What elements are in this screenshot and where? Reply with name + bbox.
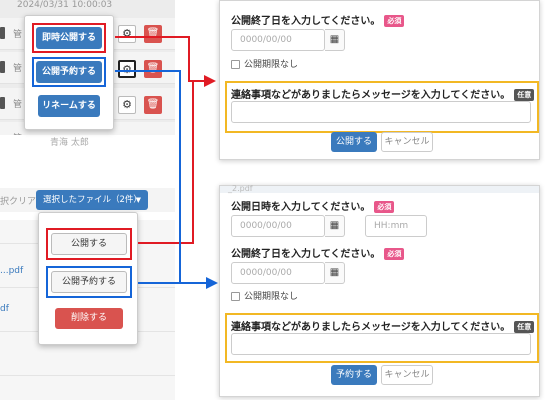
file-link[interactable]: df — [0, 304, 9, 314]
required-badge: 必須 — [384, 248, 405, 260]
cancel-button[interactable]: キャンセル — [381, 365, 433, 385]
connector-red — [115, 36, 190, 38]
message-textarea[interactable] — [231, 333, 531, 355]
arrow-blue — [206, 277, 218, 289]
row-text: 管 — [13, 131, 22, 135]
start-time-input[interactable]: HH:mm — [365, 215, 427, 237]
required-badge: 必須 — [374, 201, 395, 213]
no-limit-label: 公開期限なし — [244, 292, 299, 302]
end-date-label: 公開終了日を入力してください。 必須 — [231, 245, 405, 260]
calendar-icon[interactable]: ▦ — [325, 215, 345, 237]
publish-modal: 公開終了日を入力してください。 必須 0000/00/00 ▦ 公開期限なし 連絡… — [219, 0, 540, 160]
connector-red — [188, 36, 190, 82]
no-limit-checkbox[interactable] — [231, 292, 240, 301]
optional-badge: 任意 — [514, 321, 535, 333]
selected-files-label: 選択したファイル（2件） — [43, 195, 142, 205]
start-datetime-label: 公開日時を入力してください。 必須 — [231, 198, 395, 213]
trash-icon[interactable]: 🗑 — [144, 60, 162, 78]
gear-icon[interactable]: ⚙ — [118, 96, 136, 114]
connector-red — [192, 82, 194, 244]
connector-blue — [138, 282, 208, 284]
row-text: 管 — [13, 64, 23, 74]
no-limit-label: 公開期限なし — [244, 60, 299, 70]
start-date-input[interactable]: 0000/00/00 — [231, 215, 325, 237]
publish-now-button[interactable]: 即時公開する — [36, 27, 102, 49]
calendar-icon[interactable]: ▦ — [325, 29, 345, 51]
schedule-modal: _2.pdf 公開日時を入力してください。 必須 0000/00/00 ▦ HH:… — [219, 184, 540, 397]
gear-icon[interactable]: ⚙ — [118, 60, 136, 78]
arrow-red — [204, 75, 216, 87]
cancel-button[interactable]: キャンセル — [381, 132, 433, 152]
owner-name: 青海 太郎 — [50, 138, 89, 148]
background-strip — [220, 186, 539, 193]
file-date: 2024/03/31 10:00:03 — [17, 0, 113, 10]
clear-selection-link[interactable]: 択クリア — [0, 194, 36, 207]
caret-down-icon: ▼ — [135, 196, 141, 204]
partial-filename: _2.pdf — [228, 184, 253, 193]
no-limit-checkbox[interactable] — [231, 60, 240, 69]
end-date-input[interactable]: 0000/00/00 — [231, 262, 325, 284]
connector-blue — [179, 70, 181, 284]
required-badge: 必須 — [384, 15, 405, 27]
row-text: 管 — [13, 30, 23, 40]
bulk-schedule-button[interactable]: 公開予約する — [51, 271, 127, 293]
schedule-submit-button[interactable]: 予約する — [331, 365, 377, 385]
row-checkbox[interactable] — [0, 27, 5, 39]
bulk-action-menu: 公開する 公開予約する 削除する — [38, 212, 138, 345]
calendar-icon[interactable]: ▦ — [325, 262, 345, 284]
message-label: 連絡事項などがありましたらメッセージを入力してください。 任意 — [231, 318, 535, 333]
row-checkbox[interactable] — [0, 61, 5, 73]
end-date-input[interactable]: 0000/00/00 — [231, 29, 325, 51]
bulk-delete-button[interactable]: 削除する — [55, 308, 123, 329]
connector-blue — [115, 70, 181, 72]
rename-button[interactable]: リネームする — [38, 95, 100, 117]
selected-files-button[interactable]: 選択したファイル（2件） ▼ — [36, 190, 148, 210]
publish-submit-button[interactable]: 公開する — [331, 132, 377, 152]
row-text: 管 — [13, 100, 23, 110]
gear-icon[interactable]: ⚙ — [118, 25, 136, 43]
end-date-label: 公開終了日を入力してください。 必須 — [231, 12, 405, 27]
trash-icon[interactable]: 🗑 — [144, 96, 162, 114]
row-action-menu: 即時公開する 公開予約する リネームする — [24, 15, 114, 130]
connector-red — [138, 242, 194, 244]
bulk-publish-button[interactable]: 公開する — [51, 233, 127, 255]
message-label: 連絡事項などがありましたらメッセージを入力してください。 任意 — [231, 86, 535, 101]
trash-icon[interactable]: 🗑 — [144, 25, 162, 43]
message-textarea[interactable] — [231, 101, 531, 123]
optional-badge: 任意 — [514, 89, 535, 101]
schedule-publish-button[interactable]: 公開予約する — [36, 61, 102, 83]
row-checkbox[interactable] — [0, 97, 5, 109]
file-link[interactable]: ...pdf — [0, 266, 23, 276]
